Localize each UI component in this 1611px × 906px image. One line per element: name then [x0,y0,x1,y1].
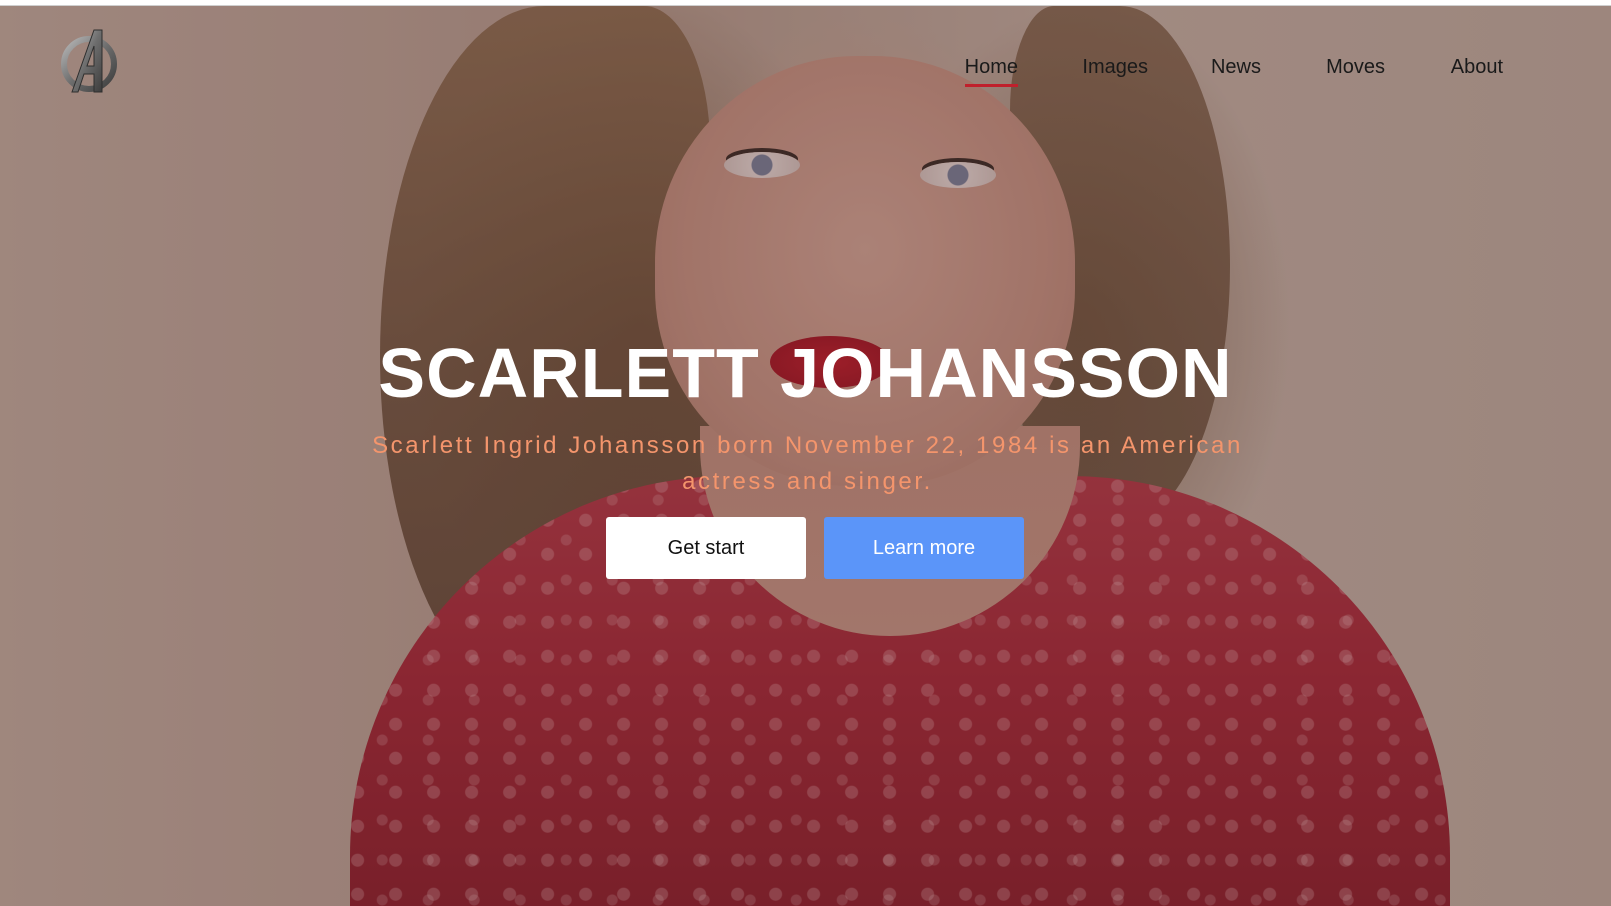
hero-section: Home Images News Moves About SCARLETT JO… [0,6,1611,906]
page: Home Images News Moves About SCARLETT JO… [0,0,1611,906]
nav-images[interactable]: Images [1082,56,1148,79]
hero-title: SCARLETT JOHANSSON [378,334,1233,412]
get-start-button[interactable]: Get start [606,517,806,579]
nav-news[interactable]: News [1211,56,1261,79]
hero-subtitle: Scarlett Ingrid Johansson born November … [372,432,1243,495]
learn-more-button[interactable]: Learn more [824,517,1024,579]
nav-about[interactable]: About [1451,56,1503,79]
avengers-a-logo-icon [61,29,117,93]
nav-home[interactable]: Home [964,56,1019,87]
logo-icon[interactable] [58,26,120,96]
nav-moves[interactable]: Moves [1326,56,1385,79]
